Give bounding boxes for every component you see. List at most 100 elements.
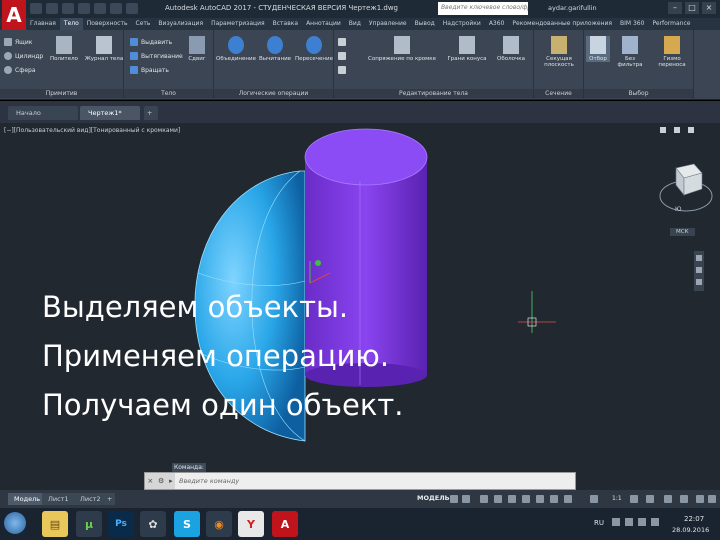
start-button[interactable] [4, 512, 26, 534]
polysolid-button[interactable]: Политело [46, 36, 82, 62]
edit-tool-1[interactable] [338, 38, 346, 46]
tab-view[interactable]: Вид [345, 18, 365, 30]
explorer-icon[interactable]: ▤ [42, 511, 68, 537]
new-layout-button[interactable]: + [104, 493, 116, 505]
shell-button[interactable]: Оболочка [492, 36, 530, 62]
gizmo-icon[interactable] [590, 495, 598, 503]
tray-flag-icon[interactable] [612, 518, 620, 526]
no-filter-button[interactable]: Без фильтра [612, 36, 648, 68]
tab-addins[interactable]: Надстройки [439, 18, 485, 30]
navigation-bar[interactable] [694, 251, 704, 291]
user-name[interactable]: aydar.garifullin [548, 4, 597, 12]
workspace-icon[interactable] [630, 495, 638, 503]
yandex-browser-icon[interactable]: Y [238, 511, 264, 537]
command-input[interactable]: Введите команду [175, 477, 575, 485]
tab-home[interactable]: Главная [26, 18, 60, 30]
viewcube[interactable] [659, 163, 713, 212]
customization-icon[interactable] [708, 495, 716, 503]
transparency-icon[interactable] [550, 495, 558, 503]
save-as-icon[interactable] [78, 3, 90, 14]
annotation-scale[interactable]: 1:1 [612, 495, 622, 502]
utorrent-icon[interactable]: µ [76, 511, 102, 537]
tab-featured-apps[interactable]: Рекомендованные приложения [508, 18, 616, 30]
tab-parametric[interactable]: Параметризация [207, 18, 269, 30]
tab-manage[interactable]: Управление [365, 18, 411, 30]
isolate-objects-icon[interactable] [664, 495, 672, 503]
tab-bim360[interactable]: BIM 360 [616, 18, 648, 30]
edit-tool-3[interactable] [338, 66, 346, 74]
revolve-button[interactable]: Вращать [130, 66, 169, 74]
open-file-icon[interactable] [46, 3, 58, 14]
close-icon[interactable]: × [702, 2, 716, 14]
tab-drawing1[interactable]: Чертеж1* [80, 106, 140, 120]
selection-cycling-icon[interactable] [564, 495, 572, 503]
recent-commands-icon[interactable]: ▸ [169, 477, 173, 485]
extrude-button[interactable]: Выдавить [130, 38, 172, 46]
viewcube-compass-label[interactable]: Ю [675, 206, 681, 213]
ortho-icon[interactable] [480, 495, 488, 503]
skype-icon[interactable]: S [174, 511, 200, 537]
blender-icon[interactable]: ◉ [206, 511, 232, 537]
section-panel-title[interactable]: Сечение [534, 89, 583, 98]
command-line[interactable]: × ⚙ ▸ Введите команду [144, 472, 576, 490]
wrench-icon[interactable]: ⚙ [158, 477, 164, 485]
media-player-icon[interactable]: ✿ [140, 511, 166, 537]
search-input[interactable]: Введите ключевое слово/фразу [438, 2, 528, 15]
redo-icon[interactable] [126, 3, 138, 14]
photoshop-icon[interactable]: Ps [108, 511, 134, 537]
solid-editing-panel-title[interactable]: Редактирование тела [334, 89, 533, 98]
tab-model[interactable]: Модель [8, 493, 47, 505]
new-file-icon[interactable] [30, 3, 42, 14]
osnap-icon[interactable] [508, 495, 516, 503]
wcs-menu[interactable]: МСК [670, 228, 695, 236]
sweep-button[interactable]: Сдвиг [184, 36, 210, 62]
tab-layout2[interactable]: Лист2 [74, 493, 107, 505]
maximize-icon[interactable]: □ [685, 2, 699, 14]
tab-start[interactable]: Начало [8, 106, 78, 120]
tray-network-icon[interactable] [625, 518, 633, 526]
loft-button[interactable]: Вытягивание [130, 52, 183, 60]
snap-icon[interactable] [462, 495, 470, 503]
edit-tool-2[interactable] [338, 52, 346, 60]
tab-insert[interactable]: Вставка [269, 18, 302, 30]
minimize-icon[interactable]: – [668, 2, 682, 14]
tray-battery-icon[interactable] [651, 518, 659, 526]
culling-button[interactable]: Отбор [586, 36, 610, 62]
tab-annotate[interactable]: Аннотации [302, 18, 345, 30]
solid-panel-title[interactable]: Тело [124, 89, 213, 98]
tab-visualize[interactable]: Визуализация [154, 18, 207, 30]
fillet-edge-button[interactable]: Сопряжение по кромке [362, 36, 442, 62]
subtract-button[interactable]: Вычитание [256, 36, 294, 62]
tab-mesh[interactable]: Сеть [132, 18, 155, 30]
polar-icon[interactable] [494, 495, 502, 503]
new-tab-button[interactable]: + [144, 106, 158, 120]
solid-history-button[interactable]: Журнал тела [84, 36, 124, 62]
move-gizmo-button[interactable]: Гизмо переноса [652, 36, 692, 68]
tab-performance[interactable]: Performance [648, 18, 694, 30]
intersect-button[interactable]: Пересечение [294, 36, 334, 62]
otrack-icon[interactable] [522, 495, 530, 503]
clean-screen-icon[interactable] [696, 495, 704, 503]
hardware-acceleration-icon[interactable] [680, 495, 688, 503]
autocad-taskbar-icon[interactable]: A [272, 511, 298, 537]
cylinder-button[interactable]: Цилиндр [4, 52, 43, 60]
tray-volume-icon[interactable] [638, 518, 646, 526]
section-plane-button[interactable]: Секущая плоскость [536, 36, 582, 68]
close-icon[interactable]: × [147, 477, 153, 485]
tab-surface[interactable]: Поверхность [83, 18, 132, 30]
taper-faces-button[interactable]: Грани конуса [444, 36, 490, 62]
annotation-monitor-icon[interactable] [646, 495, 654, 503]
undo-icon[interactable] [110, 3, 122, 14]
autocad-logo[interactable]: A [2, 0, 26, 30]
print-icon[interactable] [94, 3, 106, 14]
tab-a360[interactable]: A360 [485, 18, 509, 30]
box-button[interactable]: Ящик [4, 38, 32, 46]
model-space-toggle[interactable]: МОДЕЛЬ [417, 494, 450, 502]
tab-layout1[interactable]: Лист1 [42, 493, 75, 505]
tab-solid[interactable]: Тело [59, 18, 83, 30]
tab-output[interactable]: Вывод [411, 18, 439, 30]
union-button[interactable]: Объединение [216, 36, 256, 62]
save-icon[interactable] [62, 3, 74, 14]
clock-date[interactable]: 28.09.2016 [672, 526, 709, 534]
primitive-panel-title[interactable]: Примитив [0, 89, 123, 98]
